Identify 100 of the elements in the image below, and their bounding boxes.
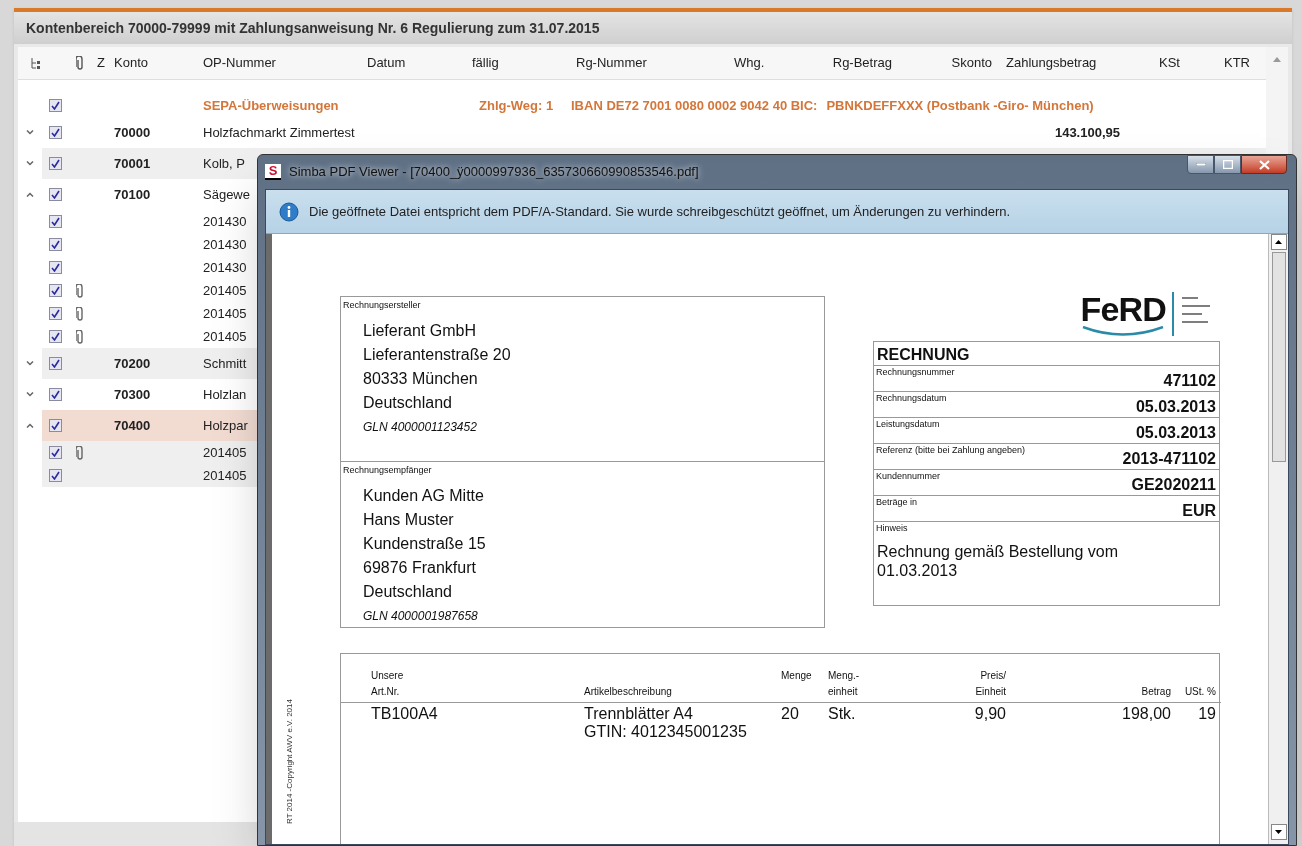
column-header[interactable]: Rg-Betrag: [786, 53, 896, 73]
checkbox[interactable]: [48, 307, 62, 320]
checkbox[interactable]: [48, 388, 62, 401]
checkbox[interactable]: [48, 261, 62, 274]
field-label: Kundennummer: [876, 470, 941, 483]
paperclip-icon[interactable]: [75, 329, 84, 344]
table-cell-text: GTIN: 4012345001235: [584, 723, 748, 741]
address-line: 80333 München: [362, 368, 479, 389]
table-cell-text: TB100A4: [371, 705, 439, 723]
paperclip-icon[interactable]: [75, 306, 84, 321]
field-label: Beträge in: [876, 496, 918, 509]
info-icon: [279, 201, 299, 222]
account-number: 70300: [114, 385, 151, 404]
account-number: 70000: [114, 123, 151, 142]
table-cell-text: 9,90: [973, 705, 1006, 723]
chevron-up-icon[interactable]: [26, 423, 34, 428]
address-line: Kunden AG Mitte: [362, 485, 485, 506]
table-cell-text: 20: [781, 705, 800, 723]
table-cell-text: 19: [1197, 705, 1216, 723]
column-header[interactable]: OP-Nummer: [196, 53, 361, 73]
checkbox[interactable]: [48, 188, 62, 201]
info-message: Die geöffnete Datei entspricht dem PDF/A-Standard. Sie wurde schreibgeschützt geöffnet, um Änderungen zu verhindern.: [309, 202, 1011, 221]
account-number: 70400: [114, 416, 151, 435]
tree-icon[interactable]: [30, 56, 42, 70]
account-name: Holzlan: [203, 385, 247, 404]
checkbox[interactable]: [48, 238, 62, 251]
chevron-down-icon[interactable]: [26, 130, 34, 135]
minimize-button[interactable]: [1187, 155, 1214, 174]
account-name: Kolb, P: [203, 154, 245, 173]
account-number: 70100: [114, 185, 151, 204]
address-label: Rechnungsempfänger: [343, 464, 433, 477]
op-number: 201430: [203, 235, 247, 254]
checkbox[interactable]: [48, 284, 62, 297]
column-header: Einheit: [974, 685, 1006, 699]
iban-text: IBAN DE72 7001 0080 0002 9042 40 BIC:: [571, 96, 818, 115]
field-value: 471102: [1163, 372, 1216, 390]
checkbox[interactable]: [48, 99, 62, 112]
field-value: GE2020211: [1131, 476, 1216, 494]
field-value: 2013-471102: [1122, 450, 1216, 468]
column-header[interactable]: Skonto: [896, 53, 996, 73]
column-header[interactable]: Z: [91, 53, 111, 73]
checkbox[interactable]: [48, 126, 62, 139]
column-header[interactable]: Zahlungsbetrag: [996, 53, 1126, 73]
maximize-icon: [1222, 160, 1233, 169]
table-cell-text: 198,00: [1121, 705, 1171, 723]
copyright-text: RT 2014 -Copyright AWV e.V. 2014: [284, 699, 295, 824]
table-cell-text: Trennblätter A4: [584, 705, 694, 723]
field-label: Rechnungsdatum: [876, 392, 947, 405]
column-header[interactable]: Konto: [111, 53, 196, 73]
column-header[interactable]: Rg-Nummer: [571, 53, 726, 73]
maximize-button[interactable]: [1214, 155, 1241, 174]
column-header[interactable]: Whg.: [726, 53, 786, 73]
checkbox[interactable]: [48, 157, 62, 170]
chevron-down-icon[interactable]: [26, 392, 34, 397]
checkbox[interactable]: [48, 469, 62, 482]
chevron-down-icon[interactable]: [26, 161, 34, 166]
checkbox[interactable]: [48, 215, 62, 228]
op-number: 201430: [203, 258, 247, 277]
minimize-icon: [1195, 163, 1206, 166]
chevron-down-icon[interactable]: [26, 361, 34, 366]
op-number: 201405: [203, 281, 247, 300]
address-line: Lieferant GmbH: [362, 320, 477, 341]
paperclip-icon[interactable]: [75, 56, 84, 70]
checkbox[interactable]: [48, 357, 62, 370]
column-header[interactable]: KTR: [1186, 53, 1256, 73]
column-header: Art.Nr.: [371, 685, 401, 699]
checkbox[interactable]: [48, 330, 62, 343]
close-button[interactable]: [1241, 155, 1287, 174]
field-value: EUR: [1182, 502, 1216, 520]
address-line: Deutschland: [362, 392, 453, 413]
address-line: Deutschland: [362, 581, 453, 602]
scrollbar-thumb[interactable]: [1271, 252, 1286, 462]
arrow-up-icon: [1275, 240, 1282, 244]
scroll-up-button[interactable]: [1270, 234, 1287, 250]
column-header: Betrag: [1140, 685, 1171, 699]
column-header[interactable]: KSt: [1126, 53, 1186, 73]
column-header: Menge: [781, 669, 813, 683]
account-number: 70200: [114, 354, 151, 373]
field-label: Referenz (bitte bei Zahlung angeben): [876, 444, 1026, 457]
column-header: Preis/: [979, 669, 1006, 683]
paperclip-icon[interactable]: [75, 283, 84, 298]
chevron-up-icon[interactable]: [26, 192, 34, 197]
checkbox[interactable]: [48, 446, 62, 459]
field-label: Leistungsdatum: [876, 418, 940, 431]
address-line: Hans Muster: [362, 509, 455, 530]
table-cell-text: Stk.: [828, 705, 857, 723]
column-header: Meng.-: [828, 669, 861, 683]
account-number: 70001: [114, 154, 151, 173]
column-header[interactable]: fällig: [466, 53, 571, 73]
column-header: USt. %: [1183, 685, 1216, 699]
column-header[interactable]: Datum: [361, 53, 466, 73]
scroll-up-icon[interactable]: [1273, 57, 1281, 62]
op-number: 201430: [203, 212, 247, 231]
address-label: Rechnungsersteller: [343, 299, 422, 312]
op-number: 201405: [203, 466, 247, 485]
paperclip-icon[interactable]: [75, 445, 84, 460]
checkbox[interactable]: [48, 419, 62, 432]
logo: FeRD: [1080, 291, 1166, 336]
field-label: Rechnungsnummer: [876, 366, 955, 379]
scroll-down-button[interactable]: [1270, 824, 1287, 840]
